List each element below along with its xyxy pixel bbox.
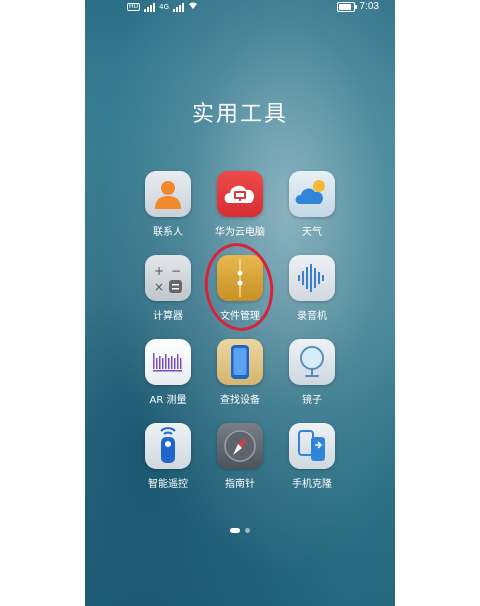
svg-text:+: + <box>154 264 164 278</box>
app-label: 录音机 <box>297 311 327 322</box>
status-left: HD 4G <box>127 1 198 13</box>
compass-icon <box>217 423 263 469</box>
page-indicator[interactable] <box>85 528 395 533</box>
svg-text:×: × <box>154 280 164 294</box>
page-dot[interactable] <box>245 528 250 533</box>
app-ar-measure[interactable]: AR 测量 <box>133 339 203 406</box>
app-phone-clone[interactable]: 手机克隆 <box>277 423 347 490</box>
clock: 7:03 <box>359 1 379 12</box>
weather-icon <box>289 171 335 217</box>
cloud-pc-icon <box>217 171 263 217</box>
app-remote-control[interactable]: 智能遥控 <box>133 423 203 490</box>
app-calculator[interactable]: + − × 计算器 <box>133 255 203 322</box>
calculator-icon: + − × <box>145 255 191 301</box>
app-label: 天气 <box>302 227 322 238</box>
folder-title: 实用工具 <box>191 102 288 127</box>
app-contacts[interactable]: 联系人 <box>133 171 203 238</box>
hd-badge: HD <box>127 3 141 11</box>
svg-text:−: − <box>171 264 181 278</box>
mirror-icon <box>289 339 335 385</box>
signal-icon <box>144 2 156 12</box>
remote-control-icon <box>145 423 191 469</box>
contacts-icon <box>145 171 191 217</box>
app-label: 指南针 <box>225 479 255 490</box>
app-label: 查找设备 <box>220 395 260 406</box>
wifi-icon <box>188 1 198 13</box>
phone-clone-icon <box>289 423 335 469</box>
recorder-icon <box>289 255 335 301</box>
app-weather[interactable]: 天气 <box>277 171 347 238</box>
app-mirror[interactable]: 镜子 <box>277 339 347 406</box>
network-type: 4G <box>159 3 170 11</box>
app-recorder[interactable]: 录音机 <box>277 255 347 322</box>
find-device-icon <box>217 339 263 385</box>
status-bar: HD 4G 7:03 <box>85 0 395 16</box>
app-label: 计算器 <box>153 311 183 322</box>
app-label: 智能遥控 <box>148 479 188 490</box>
ar-measure-icon <box>145 339 191 385</box>
battery-icon <box>336 1 357 12</box>
page-dot-active[interactable] <box>230 528 240 533</box>
app-compass[interactable]: 指南针 <box>205 423 275 490</box>
app-label: 华为云电脑 <box>215 227 265 238</box>
app-label: 联系人 <box>153 227 183 238</box>
app-find-device[interactable]: 查找设备 <box>205 339 275 406</box>
app-label: 手机克隆 <box>292 479 332 490</box>
phone-screen: HD 4G 7:03 实用工具 联系人 华为云电脑 天气 + − × 计算器 文… <box>85 0 395 606</box>
signal-icon-2 <box>173 2 185 12</box>
status-right: 7:03 <box>336 1 379 12</box>
app-label: AR 测量 <box>149 395 187 406</box>
app-label: 镜子 <box>302 395 322 406</box>
app-cloud-pc[interactable]: 华为云电脑 <box>205 171 275 238</box>
